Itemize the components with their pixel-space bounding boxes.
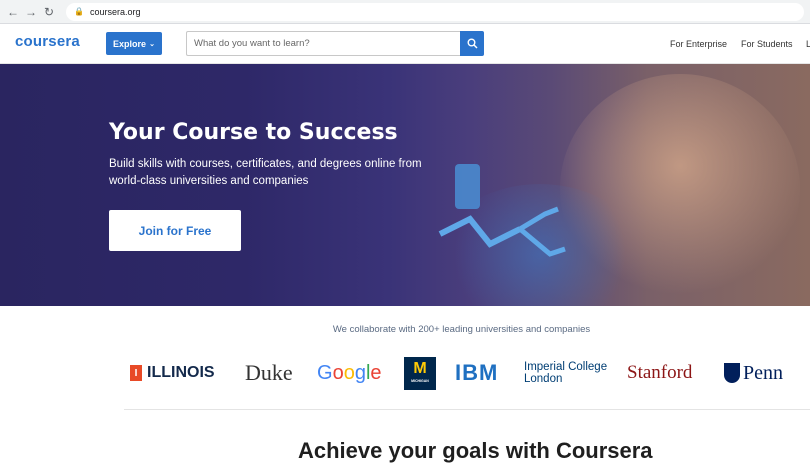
site-header: coursera Explore ⌄ For Enterprise For St… bbox=[0, 24, 810, 64]
search-button[interactable] bbox=[460, 31, 484, 56]
penn-logo[interactable]: Penn bbox=[724, 355, 783, 391]
michigan-label: MICHIGAN bbox=[411, 379, 429, 383]
search-icon bbox=[467, 38, 478, 49]
google-label: Google bbox=[317, 361, 382, 384]
imperial-logo[interactable]: Imperial College London bbox=[524, 355, 612, 391]
michigan-m-icon: M bbox=[413, 360, 427, 377]
partners-heading: We collaborate with 200+ leading univers… bbox=[332, 324, 591, 335]
robot-arm-illustration bbox=[438, 164, 566, 257]
section-divider bbox=[124, 409, 810, 410]
address-bar[interactable]: 🔒 coursera.org bbox=[66, 2, 804, 21]
stanford-logo[interactable]: Stanford bbox=[627, 355, 692, 391]
hero-title: Your Course to Success bbox=[109, 120, 398, 145]
google-logo[interactable]: Google bbox=[317, 355, 382, 391]
ibm-label: IBM bbox=[455, 360, 499, 385]
lock-icon: 🔒 bbox=[74, 7, 84, 16]
back-icon[interactable]: ← bbox=[4, 3, 22, 21]
duke-logo[interactable]: Duke bbox=[245, 355, 293, 391]
duke-label: Duke bbox=[245, 360, 293, 385]
url-text: coursera.org bbox=[89, 6, 141, 17]
illinois-logo[interactable]: I ILLINOIS bbox=[130, 355, 215, 391]
nav-login[interactable]: L bbox=[806, 39, 810, 49]
penn-shield-icon bbox=[724, 363, 740, 383]
explore-label: Explore bbox=[113, 38, 147, 49]
chevron-down-icon: ⌄ bbox=[149, 40, 155, 48]
hero-subtitle: Build skills with courses, certificates,… bbox=[109, 158, 422, 187]
reload-icon[interactable]: ↻ bbox=[40, 3, 58, 21]
section-heading: Achieve your goals with Coursera bbox=[298, 438, 653, 463]
nav-for-enterprise[interactable]: For Enterprise bbox=[670, 39, 727, 49]
nav-for-students[interactable]: For Students bbox=[741, 39, 793, 49]
stanford-label: Stanford bbox=[627, 362, 693, 383]
browser-toolbar: ← → ↻ 🔒 coursera.org bbox=[0, 0, 810, 24]
search-input[interactable] bbox=[186, 31, 460, 56]
imperial-label: Imperial College London bbox=[524, 361, 608, 385]
ibm-logo[interactable]: IBM bbox=[455, 355, 498, 391]
penn-label: Penn bbox=[743, 361, 783, 384]
join-for-free-button[interactable]: Join for Free bbox=[109, 210, 241, 251]
forward-icon[interactable]: → bbox=[22, 3, 40, 21]
illinois-label: ILLINOIS bbox=[147, 364, 215, 381]
illinois-i-icon: I bbox=[130, 365, 142, 381]
coursera-logo[interactable]: coursera bbox=[15, 33, 80, 50]
michigan-logo[interactable]: M MICHIGAN bbox=[404, 357, 436, 390]
explore-button[interactable]: Explore ⌄ bbox=[106, 32, 162, 55]
